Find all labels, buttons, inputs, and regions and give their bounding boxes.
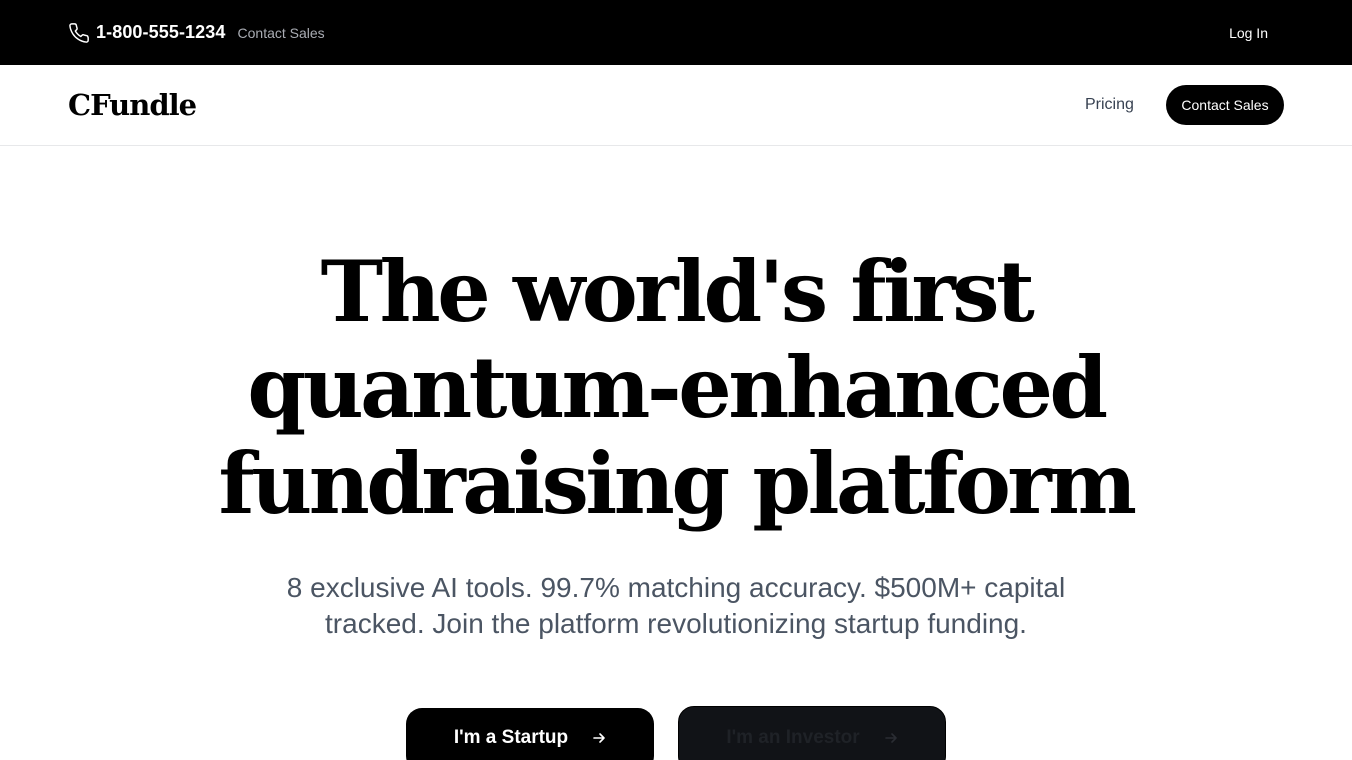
phone-icon	[68, 22, 90, 44]
hero-title-line: The world's first	[320, 242, 1035, 341]
top-bar: 1-800-555-1234 Contact Sales Log In	[0, 0, 1352, 65]
main-navbar: CFundle Pricing Contact Sales	[0, 65, 1352, 146]
investor-cta-button[interactable]: I'm an Investor	[678, 706, 946, 760]
startup-cta-label: I'm a Startup	[453, 727, 569, 748]
nav-pricing-link[interactable]: Pricing	[1085, 65, 1134, 145]
hero-title-line: fundraising platform	[218, 434, 1137, 533]
startup-cta-button[interactable]: I'm a Startup	[406, 708, 654, 760]
logo[interactable]: CFundle	[68, 65, 197, 145]
investor-cta-label: I'm an Investor	[726, 727, 860, 748]
phone-number[interactable]: 1-800-555-1234	[96, 22, 226, 43]
contact-sales-button[interactable]: Contact Sales	[1166, 85, 1284, 125]
arrow-right-icon	[884, 731, 898, 745]
phone-group[interactable]: 1-800-555-1234 Contact Sales	[68, 0, 325, 65]
hero-title: The world's first quantum-enhanced fundr…	[0, 244, 1352, 532]
login-link[interactable]: Log In	[1229, 0, 1268, 65]
hero-title-line: quantum-enhanced	[247, 338, 1108, 437]
hero-subtitle: 8 exclusive AI tools. 99.7% matching acc…	[236, 570, 1116, 642]
topbar-contact-sales-link[interactable]: Contact Sales	[238, 25, 325, 41]
hero-subtitle-line: tracked. Join the platform revolutionizi…	[325, 608, 1027, 639]
hero-subtitle-line: 8 exclusive AI tools. 99.7% matching acc…	[286, 572, 1066, 603]
arrow-right-icon	[592, 731, 606, 745]
